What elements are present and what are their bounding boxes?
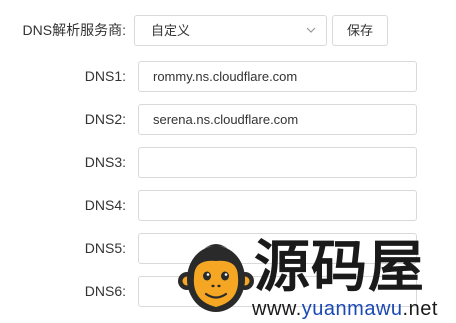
provider-select-value: 自定义 [151,23,191,38]
dns3-input[interactable] [138,147,417,178]
dns2-label: DNS2: [84,111,126,127]
dns4-label: DNS4: [84,197,126,213]
monkey-face-logo [178,244,254,312]
dns4-input[interactable] [138,190,417,221]
dns2-input[interactable]: serena.ns.cloudflare.com [138,104,417,135]
save-button[interactable]: 保存 [332,15,388,46]
dns3-label: DNS3: [84,154,126,170]
watermark-url-prefix: www. [252,298,302,320]
watermark-url-suffix: .net [402,298,438,320]
dns1-label: DNS1: [84,68,126,84]
provider-select[interactable]: 自定义 [134,15,327,46]
watermark-title: 源码屋 [254,235,425,300]
dns5-label: DNS5: [84,240,126,256]
watermark-url: www.yuanmawu.net [252,298,438,320]
dns1-input[interactable]: rommy.ns.cloudflare.com [138,61,417,92]
dns6-label: DNS6: [84,283,126,299]
watermark-url-mid: yuanmawu [301,298,403,320]
provider-label: DNS解析服务商: [22,22,126,38]
chevron-down-icon [306,27,316,33]
